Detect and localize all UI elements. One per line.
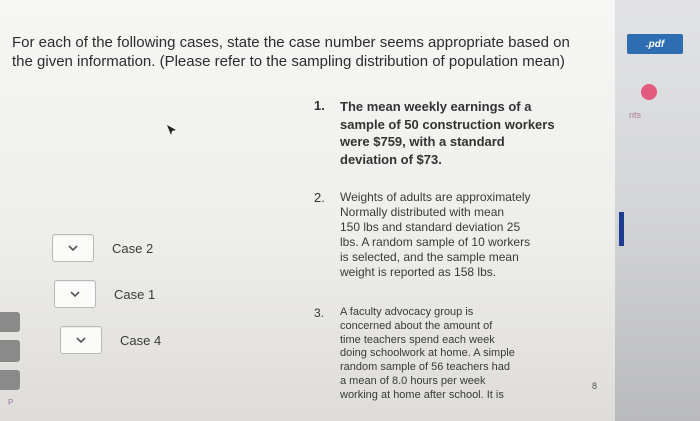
list-item: 3. A faculty advocacy group is concerned… — [314, 306, 515, 403]
scroll-indicator[interactable] — [619, 212, 624, 246]
case-selected-value: Case 2 — [112, 240, 154, 256]
smile-icon[interactable] — [641, 84, 657, 100]
case-select-row: Case 2 — [52, 234, 153, 262]
case-selected-value: Case 4 — [120, 332, 162, 348]
case-select-row: Case 4 — [60, 326, 161, 354]
p-label: P — [8, 398, 14, 407]
question-panel: For each of the following cases, state t… — [0, 0, 615, 421]
chevron-down-icon — [76, 337, 86, 344]
item-text: The mean weekly earnings of a sample of … — [340, 99, 555, 167]
case-dropdown[interactable] — [60, 326, 102, 354]
pdf-attachment-badge[interactable]: .pdf — [627, 34, 683, 54]
question-text: For each of the following cases, state t… — [12, 34, 570, 70]
case-select-row: Case 1 — [54, 280, 155, 308]
item-text: Weights of adults are approximately Norm… — [340, 190, 531, 279]
screen: For each of the following cases, state t… — [0, 0, 700, 421]
left-tab[interactable] — [0, 312, 20, 332]
left-tab[interactable] — [0, 370, 20, 390]
case-dropdown[interactable] — [54, 280, 96, 308]
item-text: A faculty advocacy group is concerned ab… — [340, 306, 515, 401]
mouse-cursor-icon — [167, 125, 176, 135]
item-number: 1. — [314, 98, 325, 113]
item-number: 3. — [314, 306, 325, 320]
left-tab[interactable] — [0, 340, 20, 362]
chevron-down-icon — [70, 291, 80, 298]
points-label: nts — [629, 110, 642, 120]
list-item: 1. The mean weekly earnings of a sample … — [314, 98, 555, 168]
chevron-down-icon — [68, 245, 78, 252]
page-number: 8 — [592, 381, 598, 391]
case-selected-value: Case 1 — [114, 286, 156, 302]
list-item: 2. Weights of adults are approximately N… — [314, 190, 531, 280]
case-dropdown[interactable] — [52, 234, 94, 262]
item-number: 2. — [314, 190, 325, 205]
right-sidebar — [615, 0, 700, 421]
